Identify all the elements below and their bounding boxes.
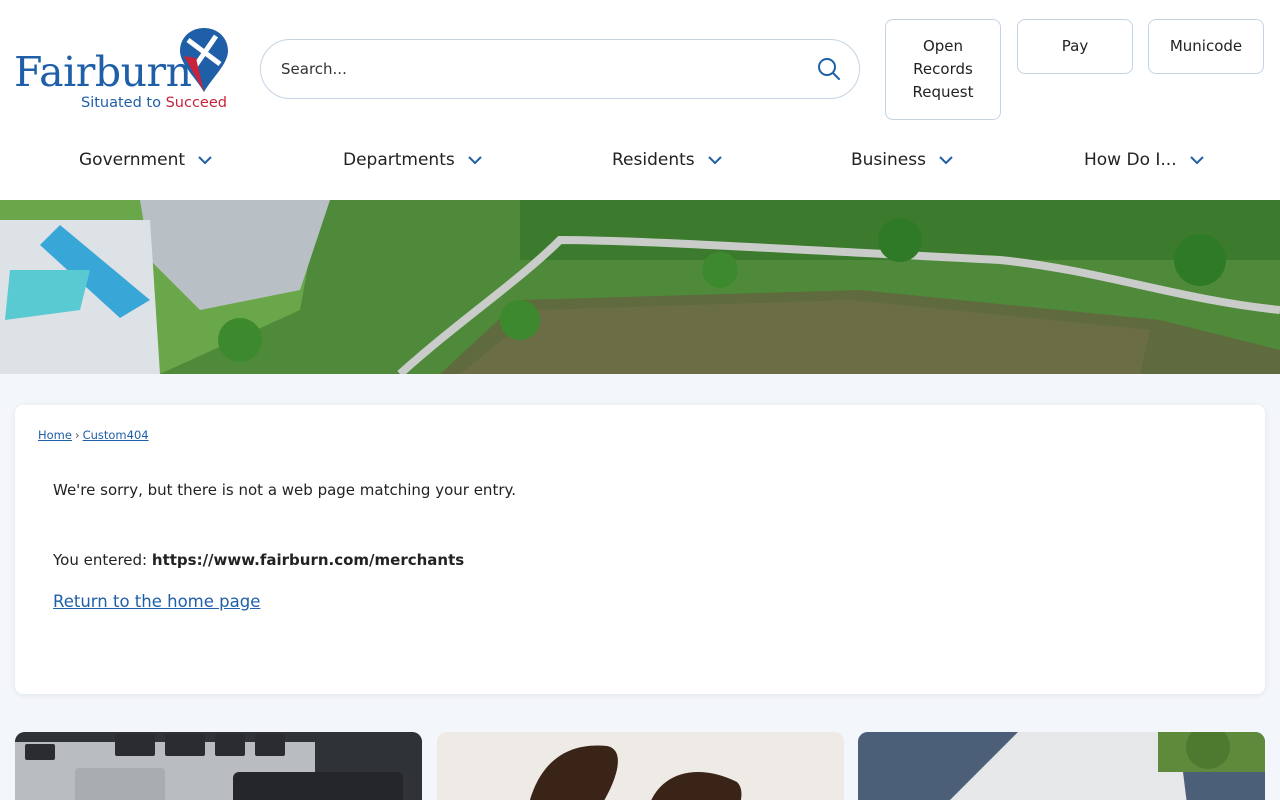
logo-wordmark: Fairburn: [14, 48, 192, 96]
entered-url: https://www.fairburn.com/merchants: [151, 551, 465, 569]
breadcrumb: Home › Custom404: [38, 428, 149, 442]
nav-item-departments[interactable]: Departments: [343, 150, 483, 170]
feature-tile-hands[interactable]: [437, 732, 844, 800]
nav-label: Residents: [612, 150, 695, 170]
nav-item-government[interactable]: Government: [79, 150, 213, 170]
feature-tile-news[interactable]: [858, 732, 1265, 800]
chevron-down-icon: [939, 156, 953, 165]
breadcrumb-separator: ›: [74, 428, 80, 442]
search-bar: [260, 39, 860, 99]
open-records-request-button[interactable]: Open Records Request: [885, 19, 1001, 120]
feature-tile-keyboard[interactable]: [15, 732, 422, 800]
fairburn-logo[interactable]: Fairburn Situated to Succeed: [14, 26, 240, 116]
return-home-link[interactable]: Return to the home page: [53, 592, 260, 611]
site-header: Fairburn Situated to Succeed Open Record…: [0, 0, 1280, 200]
nav-item-residents[interactable]: Residents: [612, 150, 723, 170]
nav-item-business[interactable]: Business: [851, 150, 954, 170]
chevron-down-icon: [1189, 156, 1204, 165]
nav-item-how-do-i[interactable]: How Do I...: [1084, 150, 1205, 170]
nav-label: Business: [851, 150, 926, 170]
breadcrumb-current-link[interactable]: Custom404: [83, 428, 149, 442]
keyboard-image: [15, 732, 422, 800]
search-input[interactable]: [281, 60, 813, 78]
logo-tagline: Situated to Succeed: [81, 95, 227, 111]
hero-banner-image: [0, 200, 1280, 374]
entered-label: You entered:: [53, 551, 152, 569]
entered-url-line: You entered: https://www.fairburn.com/me…: [53, 551, 464, 569]
map-pin-icon: [180, 28, 228, 92]
nav-label: Departments: [343, 150, 455, 170]
chevron-down-icon: [707, 156, 722, 165]
nav-label: Government: [79, 150, 186, 170]
tagline-accent: Succeed: [165, 95, 227, 111]
nav-label: How Do I...: [1084, 150, 1177, 170]
municode-button[interactable]: Municode: [1148, 19, 1264, 74]
newspaper-image: [858, 732, 1265, 800]
breadcrumb-home-link[interactable]: Home: [38, 428, 72, 442]
error-message: We're sorry, but there is not a web page…: [53, 481, 516, 499]
tagline-main: Situated to: [81, 95, 166, 111]
main-nav: Government Departments Residents Busines…: [0, 150, 1280, 180]
search-icon[interactable]: [813, 53, 845, 85]
chevron-down-icon: [198, 156, 212, 165]
chevron-down-icon: [468, 156, 482, 165]
hands-image: [437, 732, 844, 800]
pay-button[interactable]: Pay: [1017, 19, 1133, 74]
content-card: Home › Custom404 We're sorry, but there is…: [15, 405, 1265, 694]
